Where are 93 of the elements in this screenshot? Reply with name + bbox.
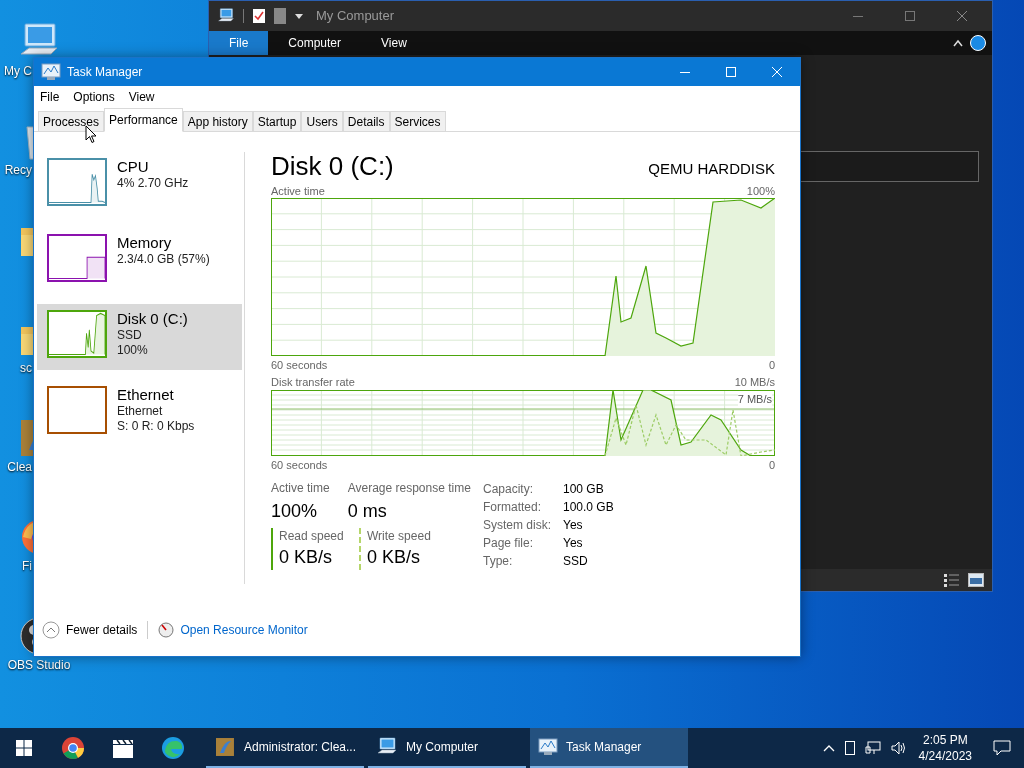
icon-label: My C: [3, 64, 32, 78]
edge-icon[interactable]: [161, 736, 185, 760]
properties-icon[interactable]: [252, 8, 266, 24]
computer-icon: [217, 7, 235, 25]
details-view-icon[interactable]: [944, 573, 960, 587]
ribbon-tab[interactable]: Computer: [268, 31, 362, 55]
cleaner-icon: [214, 736, 236, 758]
mouse-cursor-icon: [85, 125, 97, 144]
stat-label: Active time: [271, 480, 330, 496]
resource-name: Ethernet: [117, 386, 175, 404]
taskbar-window-button[interactable]: My Computer: [368, 728, 526, 768]
icon-label: Recy: [3, 163, 32, 177]
resource-monitor-link[interactable]: Open Resource Monitor: [158, 621, 308, 639]
resource-name: CPU: [117, 158, 150, 176]
resource-detail: SSD: [117, 328, 143, 343]
task-manager-icon: [538, 738, 558, 756]
resource-detail: 4% 2.70 GHz: [117, 176, 189, 191]
disk-title: Disk 0 (C:): [271, 150, 394, 182]
resource-item[interactable]: Ethernet Ethernet S: 0 R: 0 Kbps: [37, 380, 242, 446]
stat-label: Write speed: [367, 528, 432, 544]
separator-icon: [243, 9, 244, 23]
help-icon[interactable]: [970, 35, 986, 51]
property-label: Type:: [483, 553, 514, 570]
tab[interactable]: Details: [342, 111, 390, 132]
ribbon-tab[interactable]: File: [209, 31, 269, 55]
resource-name: Disk 0 (C:): [117, 310, 188, 328]
stat-value: 100%: [271, 500, 319, 523]
property-value: 100 GB: [563, 481, 605, 498]
property-label: System disk:: [483, 517, 552, 534]
resource-item[interactable]: Memory 2.3/4.0 GB (57%): [37, 228, 242, 294]
axis-label: 60 seconds: [271, 458, 328, 473]
address-field[interactable]: [799, 151, 979, 182]
chart-max: 100%: [746, 184, 775, 198]
resource-detail: S: 0 R: 0 Kbps: [117, 419, 195, 434]
resource-item[interactable]: Disk 0 (C:) SSD 100%: [37, 304, 242, 370]
menu-item[interactable]: View: [128, 88, 155, 106]
chart-label: Active time: [271, 184, 325, 198]
menu-item[interactable]: Options: [73, 88, 115, 106]
property-value: 100.0 GB: [563, 499, 614, 516]
window-title: My Computer: [316, 7, 395, 26]
icon-label: Clea: [6, 460, 32, 474]
windows-logo-icon: [16, 740, 32, 756]
property-label: Page file:: [483, 535, 535, 552]
property-label: Formatted:: [483, 499, 543, 516]
tab[interactable]: Processes: [38, 111, 105, 132]
stat-value: 0 KB/s: [367, 546, 422, 569]
disk-model: QEMU HARDDISK: [648, 158, 775, 179]
device-icon[interactable]: [844, 741, 855, 755]
chrome-icon[interactable]: [61, 736, 85, 760]
clock-date[interactable]: 4/24/2023: [918, 748, 972, 764]
tab[interactable]: Services: [389, 111, 446, 132]
chart-label: Disk transfer rate: [271, 375, 355, 390]
chart-max: 10 MB/s: [734, 375, 775, 390]
menu-item[interactable]: File: [40, 88, 60, 106]
chevron-up-icon[interactable]: [822, 744, 835, 752]
window-title: Task Manager: [67, 64, 143, 81]
tab[interactable]: Startup: [252, 111, 302, 132]
icon-label: OBS Studio: [7, 658, 71, 672]
dropdown-icon[interactable]: [294, 11, 304, 21]
gauge-icon: [158, 622, 175, 638]
tab[interactable]: App history: [182, 111, 253, 132]
property-value: Yes: [563, 535, 584, 552]
property-value: Yes: [563, 517, 584, 534]
axis-label: 0: [768, 458, 775, 473]
resource-name: Memory: [117, 234, 173, 252]
thumbnail-view-icon[interactable]: [968, 573, 984, 587]
taskbar-window-button[interactable]: Administrator: Clea...: [206, 728, 364, 768]
axis-label: 0: [768, 358, 775, 373]
resource-detail: Ethernet: [117, 404, 164, 419]
taskbar-window-button[interactable]: Task Manager: [530, 728, 688, 768]
axis-label: 60 seconds: [271, 358, 328, 373]
resource-item[interactable]: CPU 4% 2.70 GHz: [37, 152, 242, 218]
fewer-details-button[interactable]: Fewer details: [42, 621, 138, 639]
resource-detail: 2.3/4.0 GB (57%): [117, 252, 210, 267]
notification-icon[interactable]: [993, 740, 1011, 756]
icon-label: Fi: [21, 559, 32, 573]
volume-icon[interactable]: [890, 741, 907, 755]
stat-value: 0 KB/s: [279, 546, 334, 569]
resource-detail: 100%: [117, 343, 149, 358]
network-icon[interactable]: [864, 741, 881, 755]
icon-label: sc: [19, 361, 32, 375]
tab[interactable]: Performance: [104, 108, 183, 132]
task-manager-icon: [41, 63, 61, 81]
chevron-up-icon: [42, 621, 60, 639]
property-label: Capacity:: [483, 481, 535, 498]
stat-label: Average response time: [347, 480, 471, 496]
scale-marker: 7 MB/s: [737, 392, 772, 406]
clock-time[interactable]: 2:05 PM: [922, 732, 968, 748]
tab[interactable]: Users: [301, 111, 343, 132]
stat-value: 0 ms: [347, 500, 388, 523]
ribbon-tab[interactable]: View: [361, 31, 427, 55]
property-value: SSD: [563, 553, 589, 570]
stat-label: Read speed: [279, 528, 345, 544]
